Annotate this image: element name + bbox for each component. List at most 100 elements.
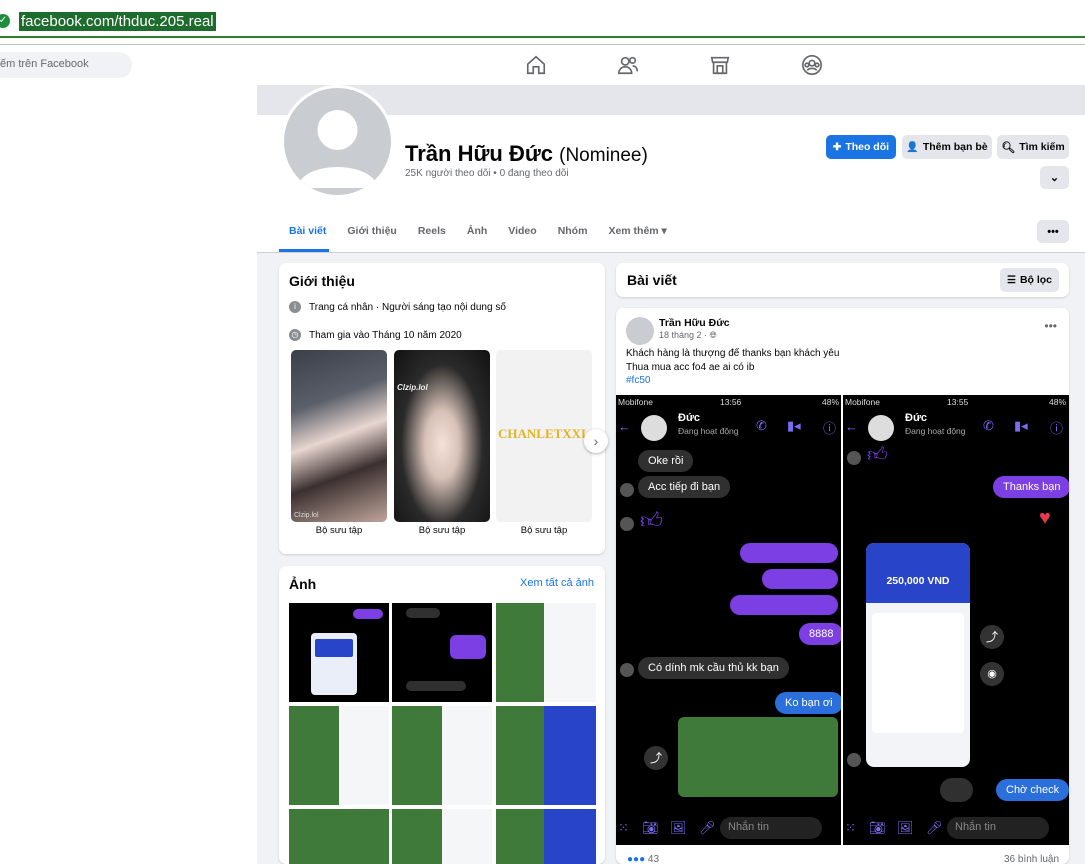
post-hashtag[interactable]: #fc50 — [626, 375, 650, 386]
collection-thumb[interactable]: CHANLETXXL.CO — [496, 350, 592, 522]
tab-posts[interactable]: Bài viết — [289, 225, 326, 237]
clock-icon: ◷ — [289, 329, 301, 341]
filter-button[interactable]: ☰ Bộ lọc — [1000, 268, 1059, 292]
chat-bubble-outgoing: 8888 — [799, 623, 843, 645]
post-reactions[interactable]: ●●● 43 — [627, 854, 659, 864]
posts-header-card: Bài viết ☰ Bộ lọc — [616, 263, 1069, 297]
chat-bubble-outgoing: Ko bạn ơi — [775, 692, 843, 714]
chat-contact-name: Đức — [678, 412, 701, 424]
post-timestamp[interactable]: 18 tháng 2 · 🌐︎ — [659, 330, 717, 341]
menu-icon: ⁙ — [618, 820, 629, 835]
active-tab-indicator — [279, 249, 329, 252]
chat-input-field: Nhắn tin — [947, 817, 1049, 839]
sender-avatar — [620, 483, 634, 497]
bank-receipt-image: 250,000 VND — [866, 543, 970, 767]
profile-avatar[interactable] — [281, 85, 394, 198]
chat-input-bar: ⁙ 📷︎ 🖼︎ 🎤︎ Nhắn tin — [616, 817, 843, 841]
chat-bubble-incoming: Acc tiếp đi bạn — [638, 476, 731, 498]
camera-icon: 📷︎ — [869, 820, 886, 835]
post-author-avatar[interactable] — [626, 317, 654, 345]
intro-row-type: i Trang cá nhân · Người sáng tạo nội dun… — [289, 301, 506, 313]
collection-thumb[interactable]: Clzip.lol — [394, 350, 490, 522]
redacted-bubble — [762, 569, 838, 589]
url-field[interactable]: facebook.com/thduc.205.real — [19, 12, 216, 31]
photo-thumb[interactable] — [496, 706, 596, 805]
share-icon: ⤴ — [644, 746, 668, 770]
image-icon: 🖼︎ — [897, 820, 914, 835]
photo-thumb[interactable] — [392, 809, 492, 864]
groups-icon[interactable] — [801, 54, 823, 76]
post-more-icon[interactable]: ••• — [1044, 319, 1057, 333]
chat-input-field: Nhắn tin — [720, 817, 822, 839]
reaction-icons: ●●● — [627, 854, 646, 864]
globe-icon: 🌐︎ — [709, 330, 717, 340]
chat-input-bar: ⁙ 📷︎ 🖼︎ 🎤︎ Nhắn tin — [843, 817, 1069, 841]
photo-thumb[interactable] — [392, 603, 492, 702]
facebook-search-input[interactable]: ếm trên Facebook — [0, 52, 132, 78]
posts-title: Bài viết — [627, 272, 677, 288]
collection-label: Bộ sưu tập — [418, 525, 466, 536]
follow-icon: ✚ — [832, 141, 842, 153]
tab-photos[interactable]: Ảnh — [467, 225, 487, 237]
see-all-photos-link[interactable]: Xem tất cả ảnh — [520, 577, 594, 589]
camera-icon: 📷︎ — [642, 820, 659, 835]
phone-icon: ✆ — [756, 418, 767, 433]
tab-about[interactable]: Giới thiệu — [347, 225, 396, 237]
tab-videos[interactable]: Video — [508, 225, 536, 237]
chevron-right-icon[interactable]: › — [584, 429, 608, 453]
more-options-button[interactable]: ••• — [1037, 220, 1069, 243]
intro-title: Giới thiệu — [289, 273, 355, 289]
address-bar-divider — [0, 36, 1085, 38]
photo-thumb[interactable] — [496, 809, 596, 864]
collection-label: Bộ sưu tập — [520, 525, 568, 536]
photo-thumb[interactable] — [289, 809, 389, 864]
friends-icon[interactable] — [617, 54, 639, 76]
collection-thumb[interactable]: Clzip.lol — [291, 350, 387, 522]
secure-icon: ✓ — [0, 14, 10, 28]
profile-dropdown-button[interactable]: ⌄ — [1040, 166, 1069, 189]
camera-icon: ◉ — [980, 662, 1004, 686]
photo-thumb[interactable] — [392, 706, 492, 805]
photos-card: Ảnh Xem tất cả ảnh — [279, 566, 605, 864]
tab-reels[interactable]: Reels — [418, 225, 446, 237]
add-friend-icon: 👤 — [906, 141, 919, 153]
phone-status-bar: Mobifone 13:56 48% — [618, 397, 839, 407]
post-author-name[interactable]: Trần Hữu Đức — [659, 317, 730, 329]
intro-row-joined: ◷ Tham gia vào Tháng 10 năm 2020 — [289, 329, 462, 341]
chevron-down-icon: ⌄ — [1049, 172, 1060, 184]
game-screenshot — [678, 717, 838, 797]
facebook-top-nav: ếm trên Facebook — [0, 45, 1085, 85]
filter-icon: ☰ — [1006, 274, 1016, 286]
search-icon: 🔍︎ — [1001, 141, 1016, 154]
microphone-icon: 🎤︎ — [699, 820, 716, 835]
typing-bubble — [940, 778, 973, 802]
tab-more[interactable]: Xem thêm ▾ — [608, 225, 666, 237]
profile-stats: 25K người theo dõi • 0 đang theo dõi — [405, 168, 569, 179]
follow-button[interactable]: ✚ Theo dõi — [826, 135, 896, 159]
info-icon: ⓘ — [823, 421, 837, 436]
profile-name-suffix: (Nominee) — [559, 145, 648, 166]
share-icon: ⤴ — [980, 625, 1004, 649]
chat-contact-name: Đức — [905, 412, 928, 424]
photos-title: Ảnh — [289, 576, 317, 592]
profile-search-button[interactable]: 🔍︎ Tìm kiếm — [997, 135, 1069, 159]
add-friend-button[interactable]: 👤 Thêm bạn bè — [902, 135, 992, 159]
profile-tabs: Bài viết Giới thiệu Reels Ảnh Video Nhóm… — [289, 225, 688, 237]
sender-avatar — [847, 753, 861, 767]
photo-thumb[interactable] — [289, 706, 389, 805]
post-image-chat-right[interactable]: Mobifone 13:55 48% ← Đức Đang hoạt động … — [843, 395, 1069, 845]
microphone-icon: 🎤︎ — [926, 820, 943, 835]
marketplace-icon[interactable] — [709, 54, 731, 76]
post-image-chat-left[interactable]: Mobifone 13:56 48% ← Đức Đang hoạt động … — [616, 395, 843, 845]
home-icon[interactable] — [525, 54, 547, 76]
sender-avatar — [847, 451, 861, 465]
photo-thumb[interactable] — [289, 603, 389, 702]
back-arrow-icon: ← — [618, 419, 631, 434]
sender-avatar — [620, 517, 634, 531]
phone-status-bar: Mobifone 13:55 48% — [845, 397, 1066, 407]
info-icon: i — [289, 301, 301, 313]
chat-header: ← Đức Đang hoạt động ✆ ▮◂ ⓘ — [843, 409, 1069, 443]
tab-groups[interactable]: Nhóm — [558, 225, 588, 237]
photo-thumb[interactable] — [496, 603, 596, 702]
post-comments-count[interactable]: 36 bình luận — [1004, 854, 1059, 864]
